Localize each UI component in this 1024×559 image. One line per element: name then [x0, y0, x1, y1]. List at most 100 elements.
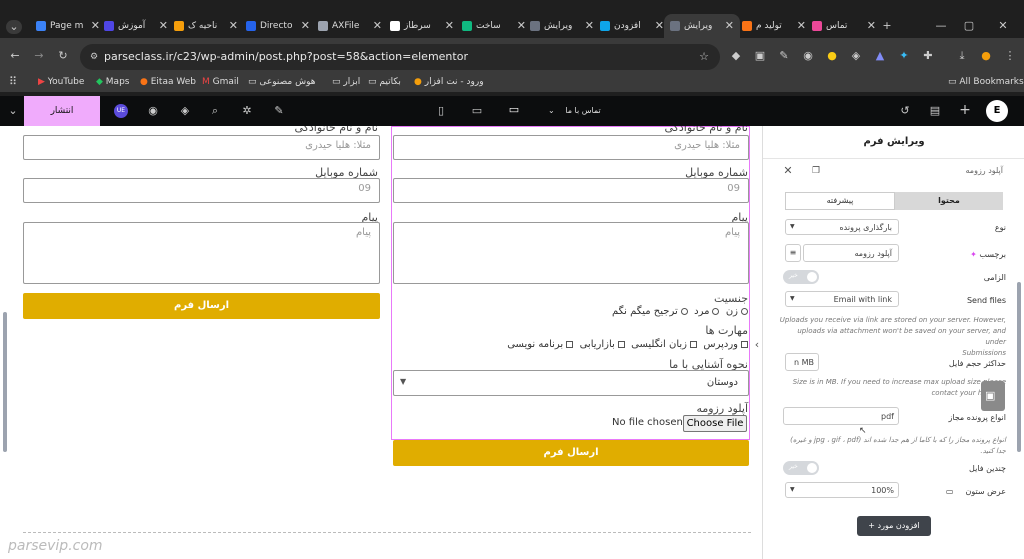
submit-button[interactable]: ارسال فرم [393, 440, 749, 466]
bookmark-item[interactable]: ● Eitaa Web [140, 75, 196, 89]
all-bookmarks[interactable]: ▭ All Bookmarks [948, 75, 1024, 89]
profile-icon[interactable]: ● [980, 49, 992, 63]
search-icon[interactable]: ⌕ [208, 104, 222, 118]
close-icon[interactable]: ✕ [229, 14, 238, 38]
checkbox[interactable] [690, 340, 698, 348]
bookmark-folder[interactable]: ▭ هوش مصنوعی [248, 75, 316, 89]
close-icon[interactable]: ✕ [867, 14, 876, 38]
close-icon[interactable]: ✕ [585, 14, 594, 38]
skill-option[interactable]: وردپرس [703, 339, 748, 350]
close-icon[interactable]: ✕ [725, 14, 734, 38]
name-input[interactable]: مثلا: هلیا حیدری [393, 135, 749, 160]
skill-option[interactable]: بازاریابی [580, 339, 625, 350]
max-size-input[interactable]: n MB [785, 353, 819, 371]
label-input[interactable]: آپلود رزومه [803, 244, 899, 262]
skill-option[interactable]: برنامه نویسی [507, 339, 574, 350]
tab-search-icon[interactable]: ⌄ [6, 20, 22, 34]
required-toggle[interactable]: خیر [783, 270, 819, 284]
skill-option[interactable]: زبان انگلیسی [631, 339, 698, 350]
close-icon[interactable]: ✕ [783, 164, 793, 178]
bookmark-folder[interactable]: ▭ بکاتیم [368, 75, 401, 89]
forward-icon[interactable]: → [32, 49, 46, 63]
type-select[interactable]: ▼ بارگذاری پرونده [785, 219, 899, 235]
browser-tab[interactable]: Directo ✕ [240, 14, 316, 38]
extension-icon[interactable]: ✎ [778, 49, 790, 63]
bookmark-folder[interactable]: ▭ ابزار [332, 75, 360, 89]
checkbox[interactable] [566, 340, 574, 348]
publish-button[interactable]: انتشار [24, 96, 100, 126]
radio-button[interactable] [741, 307, 748, 315]
extension-icon[interactable]: ▣ [754, 49, 766, 63]
floating-media-overlay[interactable]: ▣ [981, 381, 1005, 411]
close-icon[interactable]: ✕ [373, 14, 382, 38]
browser-tab[interactable]: تماس ✕ [806, 14, 882, 38]
send-files-select[interactable]: ▼ Email with link [785, 291, 899, 307]
browser-tab[interactable]: تولید م ✕ [736, 14, 812, 38]
add-element-icon[interactable]: + [958, 103, 972, 117]
page-selector[interactable]: ⌄ تماس با ما [548, 104, 618, 118]
close-icon[interactable]: ✕ [159, 14, 168, 38]
tab-content[interactable]: محتوا [895, 192, 1003, 210]
tablet-icon[interactable]: ▭ [470, 104, 484, 118]
browser-tab[interactable]: AXFile ✕ [312, 14, 388, 38]
collapse-panel-icon[interactable]: ‹ [752, 338, 762, 352]
checkbox[interactable] [741, 340, 748, 348]
browser-tab-active[interactable]: ویرایش ✕ [664, 14, 740, 38]
elementor-logo-icon[interactable]: E [986, 100, 1008, 122]
bookmark-item[interactable]: ● ورود - نت افزار [414, 75, 484, 89]
radio-button[interactable] [680, 307, 688, 315]
chevron-down-icon[interactable]: ⌄ [6, 104, 20, 118]
browser-tab[interactable]: Page m ✕ [30, 14, 106, 38]
browser-tab[interactable]: ناحیه ک ✕ [168, 14, 244, 38]
avatar[interactable]: UE [114, 104, 128, 118]
extensions-puzzle-icon[interactable]: ✚ [922, 49, 934, 63]
extension-icon[interactable]: ◈ [850, 49, 862, 63]
extension-icon[interactable]: ✦ [898, 49, 910, 63]
close-icon[interactable]: ✕ [301, 14, 310, 38]
referral-select[interactable]: ▼ دوستان [393, 370, 749, 396]
field-item-header[interactable]: ✕ ❐ آپلود رزومه [779, 162, 1009, 180]
desktop-icon[interactable]: ▭ [506, 103, 522, 117]
preview-eye-icon[interactable]: ◉ [146, 104, 160, 118]
extension-icon[interactable]: ● [826, 49, 838, 63]
file-types-input[interactable]: pdf [783, 407, 899, 425]
menu-icon[interactable]: ⋮ [1004, 49, 1016, 63]
close-icon[interactable]: ✕ [797, 14, 806, 38]
choose-file-button[interactable]: Choose File [683, 415, 747, 432]
canvas-scrollbar[interactable] [3, 312, 7, 452]
close-icon[interactable]: ✕ [655, 14, 664, 38]
mobile-input[interactable]: 09 [23, 178, 380, 203]
duplicate-icon[interactable]: ❐ [811, 164, 821, 178]
add-item-button[interactable]: + افزودن مورد [857, 516, 931, 536]
reload-icon[interactable]: ↻ [56, 49, 70, 63]
mobile-icon[interactable]: ▯ [434, 104, 448, 118]
bookmark-item[interactable]: ◆ Maps [96, 75, 129, 89]
browser-tab[interactable]: سرطاز ✕ [384, 14, 460, 38]
name-input[interactable]: مثلا: هلیا حیدری [23, 135, 380, 160]
maximize-icon[interactable]: ▢ [962, 19, 976, 33]
history-icon[interactable]: ↺ [898, 104, 912, 118]
message-textarea[interactable]: پیام [23, 222, 380, 284]
message-textarea[interactable]: پیام [393, 222, 749, 284]
gender-option[interactable]: مرد [694, 306, 720, 317]
new-tab-icon[interactable]: + [880, 19, 894, 33]
download-icon[interactable]: ⤓ [956, 49, 968, 63]
close-icon[interactable]: ✕ [445, 14, 454, 38]
radio-button[interactable] [712, 307, 720, 315]
extension-icon[interactable]: ◉ [802, 49, 814, 63]
browser-tab[interactable]: ساخت ✕ [456, 14, 532, 38]
address-bar[interactable]: ⚙ parseclass.ir/c23/wp-admin/post.php?po… [80, 44, 720, 70]
site-info-icon[interactable]: ⚙ [88, 50, 100, 64]
browser-tab[interactable]: ویرایش ✕ [524, 14, 600, 38]
browser-tab[interactable]: آموزش ✕ [98, 14, 174, 38]
bookmark-item[interactable]: M Gmail [202, 75, 239, 89]
apps-grid-icon[interactable]: ⠿ [6, 75, 20, 89]
close-window-icon[interactable]: ✕ [996, 19, 1010, 33]
bookmark-item[interactable]: ▶ YouTube [38, 75, 84, 89]
submit-button[interactable]: ارسال فرم [23, 293, 380, 319]
multiple-files-toggle[interactable]: خیر [783, 461, 819, 475]
dynamic-tags-button[interactable]: ≡ [785, 244, 801, 262]
panel-scrollbar[interactable] [1017, 282, 1021, 452]
back-icon[interactable]: ← [8, 49, 22, 63]
settings-gear-icon[interactable]: ✲ [240, 104, 254, 118]
